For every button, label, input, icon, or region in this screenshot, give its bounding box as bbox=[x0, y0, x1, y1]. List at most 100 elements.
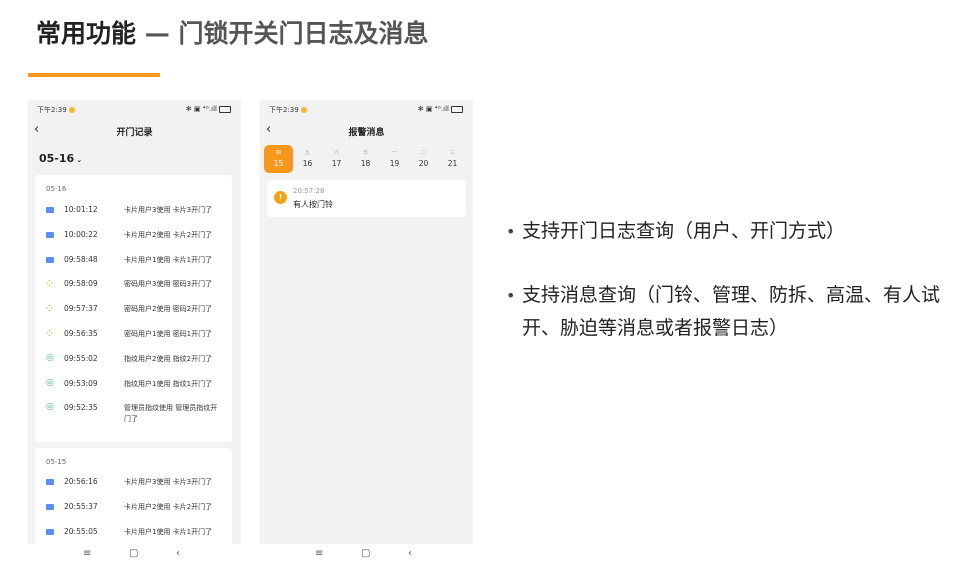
day-number: 15 bbox=[273, 159, 284, 168]
nav-bar: ‹ 报警消息 bbox=[260, 118, 473, 142]
status-time: 下午2:39 bbox=[269, 105, 307, 115]
card-icon bbox=[46, 477, 54, 487]
message-time: 20:57:28 bbox=[293, 187, 325, 195]
log-description: 管理员指纹使用 管理员指纹开门了 bbox=[124, 404, 218, 424]
day-number: 21 bbox=[447, 159, 458, 168]
back-icon[interactable]: ‹ bbox=[408, 548, 412, 559]
date-day-15[interactable]: 四 15 bbox=[264, 145, 293, 173]
log-description: 卡片用户3使用 卡片3开门了 bbox=[124, 206, 213, 214]
bullet-item: • 支持消息查询（门铃、管理、防拆、高温、有人试开、胁迫等消息或者报警日志） bbox=[506, 279, 946, 345]
fingerprint-icon: ◎ bbox=[46, 352, 54, 363]
date-day-21[interactable]: 三 21 bbox=[438, 145, 467, 173]
log-row[interactable]: ⁘ 09:57:37 密码用户2使用 密码2开门了 bbox=[35, 304, 232, 324]
date-day-16[interactable]: 五 16 bbox=[293, 145, 322, 173]
date-day-18[interactable]: 日 18 bbox=[351, 145, 380, 173]
log-time: 10:01:12 bbox=[64, 205, 98, 214]
date-dropdown[interactable]: 05-16 ⌄ bbox=[39, 152, 82, 165]
log-time: 09:53:09 bbox=[64, 378, 98, 388]
bullet-dot-icon: • bbox=[506, 286, 516, 305]
slide-title-main: 常用功能 bbox=[36, 19, 137, 48]
notification-dot-icon bbox=[68, 107, 75, 113]
battery-icon bbox=[451, 105, 463, 113]
nav-bar: ‹ 开门记录 bbox=[28, 118, 241, 142]
log-description: 卡片用户1使用 卡片1开门了 bbox=[124, 527, 213, 536]
log-group-date: 05-16 bbox=[46, 185, 67, 193]
status-icons: ✻ ▣ ⁴ᴳ.ıll bbox=[186, 105, 231, 113]
bullet-dot-icon: • bbox=[506, 222, 516, 241]
message-text: 有人按门铃 bbox=[293, 200, 333, 209]
log-time: 20:55:05 bbox=[64, 526, 98, 536]
log-description: 卡片用户1使用 卡片1开门了 bbox=[124, 255, 213, 264]
back-icon[interactable]: ‹ bbox=[176, 548, 180, 559]
slide-title: 常用功能 — 门锁开关门日志及消息 bbox=[36, 14, 428, 50]
bullet-item: • 支持开门日志查询（用户、开门方式） bbox=[506, 215, 946, 248]
weekday-label: 日 bbox=[362, 150, 368, 156]
log-row[interactable]: 10:00:22 卡片用户2使用 卡片2开门了 bbox=[35, 230, 232, 250]
slide-title-sub: — 门锁开关门日志及消息 bbox=[144, 19, 429, 48]
log-time: 09:52:35 bbox=[64, 403, 98, 413]
feature-bullets: • 支持开门日志查询（用户、开门方式） • 支持消息查询（门铃、管理、防拆、高温、有… bbox=[506, 215, 946, 345]
log-time: 09:58:48 bbox=[64, 254, 98, 264]
weekday-label: 二 bbox=[420, 150, 426, 156]
system-nav-bar: ≡ ▢ ‹ bbox=[260, 544, 473, 566]
log-row[interactable]: ◎ 09:53:09 指纹用户1使用 指纹1开门了 bbox=[35, 377, 232, 399]
log-description: 卡片用户3使用 卡片3开门了 bbox=[124, 478, 213, 486]
log-row[interactable]: ◎ 09:55:02 指纹用户2使用 指纹2开门了 bbox=[35, 352, 232, 374]
day-number: 17 bbox=[331, 159, 342, 168]
password-icon: ⁘ bbox=[46, 304, 53, 314]
nav-title: 报警消息 bbox=[348, 128, 385, 138]
log-row[interactable]: 20:56:16 卡片用户3使用 卡片3开门了 bbox=[35, 477, 232, 497]
status-bar: 下午2:39 ✻ ▣ ⁴ᴳ.ıll bbox=[28, 103, 241, 115]
log-row[interactable]: 20:55:37 卡片用户2使用 卡片2开门了 bbox=[35, 502, 232, 522]
log-group-date: 05-15 bbox=[46, 458, 67, 466]
log-card-0516: 05-16 10:01:12 卡片用户3使用 卡片3开门了 10:00:22 卡片用户… bbox=[35, 175, 232, 442]
date-day-17[interactable]: 六 17 bbox=[322, 145, 351, 173]
card-icon bbox=[46, 205, 54, 215]
fingerprint-icon: ◎ bbox=[46, 377, 54, 388]
chevron-down-icon: ⌄ bbox=[76, 156, 83, 164]
home-icon[interactable]: ▢ bbox=[361, 548, 370, 559]
log-description: 指纹用户2使用 指纹2开门了 bbox=[124, 354, 213, 363]
log-row[interactable]: ⁘ 09:58:09 密码用户3使用 密码3开门了 bbox=[35, 279, 232, 299]
week-date-strip: 四 15 五 16 六 17 日 18 一 19 二 20 三 21 bbox=[264, 145, 469, 173]
card-icon bbox=[46, 255, 54, 265]
card-icon bbox=[46, 502, 54, 512]
phone-alarm-messages: 下午2:39 ✻ ▣ ⁴ᴳ.ıll ‹ 报警消息 四 15 五 16 六 17 日 18 一 19… bbox=[260, 100, 473, 566]
day-number: 16 bbox=[302, 159, 313, 168]
weekday-label: 三 bbox=[449, 150, 455, 156]
status-time: 下午2:39 bbox=[37, 105, 75, 115]
menu-icon[interactable]: ≡ bbox=[83, 548, 91, 559]
weekday-label: 四 bbox=[275, 150, 281, 156]
card-icon bbox=[46, 230, 54, 240]
battery-icon bbox=[219, 105, 231, 113]
log-time: 09:58:09 bbox=[64, 279, 98, 289]
log-description: 卡片用户2使用 卡片2开门了 bbox=[124, 502, 213, 511]
log-description: 密码用户1使用 密码1开门了 bbox=[124, 330, 213, 338]
alarm-message-card[interactable]: ! 20:57:28 有人按门铃 bbox=[267, 180, 466, 217]
log-row[interactable]: 10:01:12 卡片用户3使用 卡片3开门了 bbox=[35, 205, 232, 225]
log-time: 10:00:22 bbox=[64, 229, 98, 239]
status-icons: ✻ ▣ ⁴ᴳ.ıll bbox=[418, 105, 463, 113]
log-row[interactable]: ⁘ 09:56:35 密码用户1使用 密码1开门了 bbox=[35, 329, 232, 349]
menu-icon[interactable]: ≡ bbox=[315, 548, 323, 559]
log-row[interactable]: 09:58:48 卡片用户1使用 卡片1开门了 bbox=[35, 255, 232, 275]
password-icon: ⁘ bbox=[46, 329, 53, 338]
day-number: 19 bbox=[389, 159, 400, 168]
status-bar: 下午2:39 ✻ ▣ ⁴ᴳ.ıll bbox=[260, 103, 473, 115]
log-time: 09:55:02 bbox=[64, 353, 98, 363]
log-description: 指纹用户1使用 指纹1开门了 bbox=[124, 379, 213, 388]
nav-title: 开门记录 bbox=[116, 128, 153, 138]
day-number: 20 bbox=[418, 159, 429, 168]
date-day-20[interactable]: 二 20 bbox=[409, 145, 438, 173]
log-description: 卡片用户2使用 卡片2开门了 bbox=[124, 230, 213, 239]
log-row[interactable]: ◎ 09:52:35 管理员指纹使用 管理员指纹开门了 bbox=[35, 402, 232, 424]
log-time: 20:55:37 bbox=[64, 501, 98, 511]
fingerprint-icon: ◎ bbox=[46, 402, 54, 413]
home-icon[interactable]: ▢ bbox=[129, 548, 138, 559]
day-number: 18 bbox=[360, 159, 371, 168]
weekday-label: 五 bbox=[304, 150, 310, 156]
weekday-label: 六 bbox=[333, 150, 339, 156]
date-day-19[interactable]: 一 19 bbox=[380, 145, 409, 173]
weekday-label: 一 bbox=[391, 150, 397, 156]
title-accent-bar bbox=[28, 73, 160, 77]
